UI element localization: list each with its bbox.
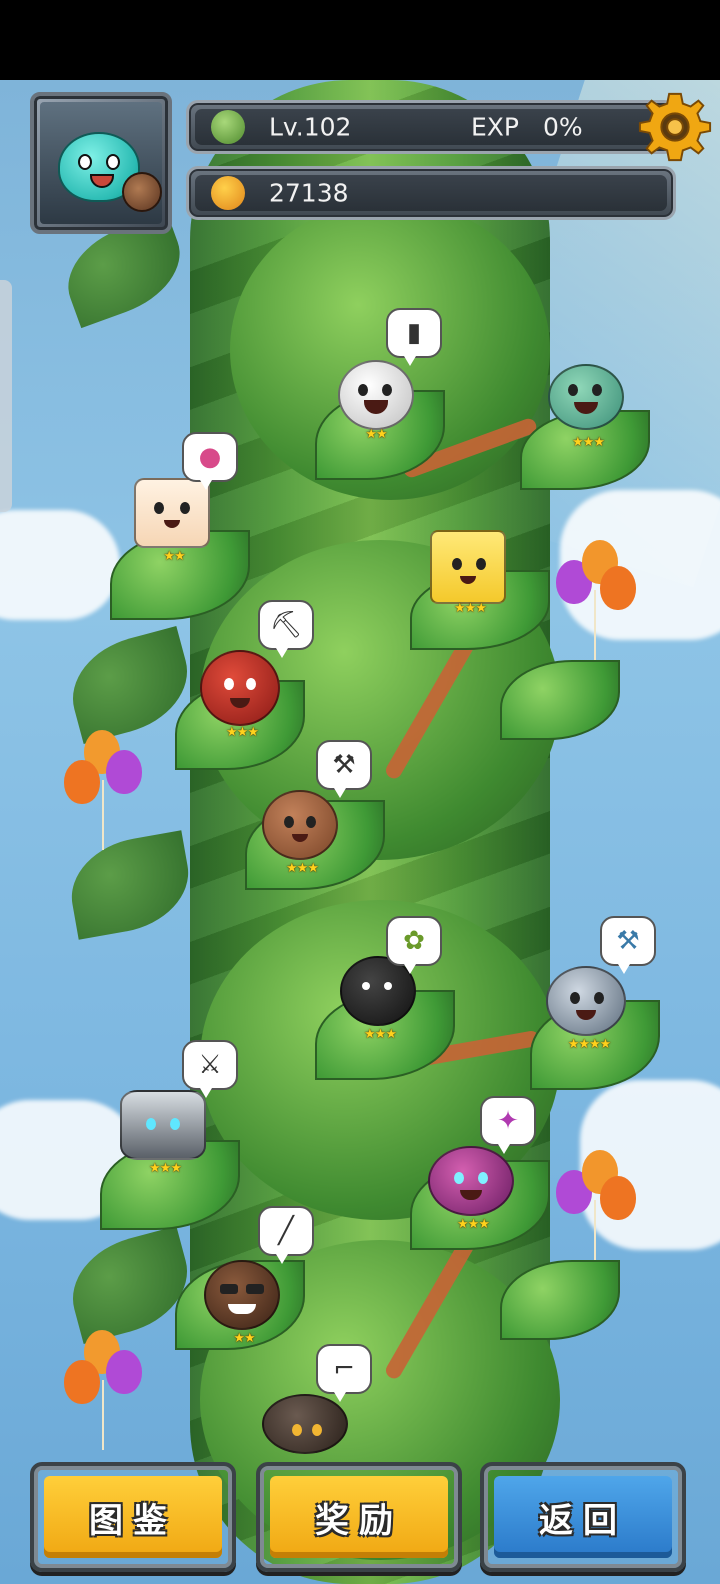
star-rating: ★★★ bbox=[572, 435, 605, 450]
star-rating: ★★ bbox=[365, 427, 387, 442]
player-avatar[interactable] bbox=[30, 92, 172, 234]
rewards-button[interactable]: 奖励 bbox=[256, 1462, 462, 1572]
exp-label: EXP bbox=[471, 112, 519, 142]
pickaxe-icon: ⛏ bbox=[269, 610, 303, 640]
star-rating: ★★★ bbox=[457, 1217, 490, 1232]
sunglasses-character[interactable]: ★★ bbox=[204, 1260, 284, 1346]
collection-button-label: 图鉴 bbox=[89, 1500, 177, 1541]
red-hood-character[interactable]: ★★★ bbox=[200, 650, 284, 740]
star-rating: ★★ bbox=[233, 1331, 255, 1346]
back-button[interactable]: 返回 bbox=[480, 1462, 686, 1572]
balloons bbox=[556, 540, 636, 670]
item-bubble[interactable]: ⚒ bbox=[316, 740, 372, 798]
dragon-character[interactable]: ★★★ bbox=[428, 1146, 518, 1232]
bottle-icon: ▮ bbox=[406, 318, 422, 348]
knife-icon: ╱ bbox=[278, 1216, 294, 1246]
fruit-currency-icon bbox=[211, 176, 245, 210]
back-button-label: 返回 bbox=[539, 1500, 627, 1541]
star-rating: ★★★ bbox=[364, 1027, 397, 1042]
level-panel: Lv.102 EXP 0% bbox=[186, 100, 676, 154]
collection-button[interactable]: 图鉴 bbox=[30, 1462, 236, 1572]
star-rating: ★★ bbox=[163, 549, 185, 564]
pink-box-character[interactable]: ★★ bbox=[134, 478, 214, 564]
balloons bbox=[64, 730, 144, 860]
item-bubble[interactable]: ⛏ bbox=[258, 600, 314, 658]
sprout-icon: ✿ bbox=[403, 926, 425, 956]
side-drawer-handle[interactable] bbox=[0, 280, 12, 512]
dango-icon: ● bbox=[198, 442, 222, 472]
cloud bbox=[0, 510, 120, 620]
item-bubble[interactable]: ▮ bbox=[386, 308, 442, 366]
pipe-icon: ⌐ bbox=[333, 1354, 355, 1384]
currency-amount: 27138 bbox=[269, 178, 349, 208]
gear-icon[interactable] bbox=[636, 88, 714, 166]
level-text: Lv.102 bbox=[269, 112, 352, 142]
item-bubble[interactable]: ⚒ bbox=[600, 916, 656, 974]
star-rating: ★★★ bbox=[454, 601, 487, 616]
item-bubble[interactable]: ✦ bbox=[480, 1096, 536, 1154]
balloons bbox=[64, 1330, 144, 1460]
tool-icon: ⚒ bbox=[332, 750, 356, 780]
shield-icon bbox=[122, 172, 162, 212]
zombie-warrior-character[interactable]: ★★★ bbox=[548, 364, 628, 450]
star-rating: ★★★★ bbox=[567, 1037, 612, 1052]
cyber-robot-character[interactable]: ★★★★ bbox=[546, 966, 632, 1052]
sword-icon: ⚔ bbox=[198, 1050, 222, 1080]
white-egg-character[interactable]: ★★ bbox=[338, 360, 414, 442]
crystal-staff-icon: ✦ bbox=[497, 1106, 519, 1136]
currency-panel: 27138 bbox=[186, 166, 676, 220]
rewards-button-label: 奖励 bbox=[315, 1500, 403, 1541]
armored-character[interactable] bbox=[262, 1394, 352, 1454]
tree-level-icon bbox=[211, 110, 245, 144]
dark-knight-character[interactable]: ★★★ bbox=[120, 1090, 210, 1176]
status-bar bbox=[0, 0, 720, 80]
item-bubble[interactable]: ✿ bbox=[386, 916, 442, 974]
item-bubble[interactable]: ⚔ bbox=[182, 1040, 238, 1098]
item-bubble[interactable]: ● bbox=[182, 432, 238, 490]
item-bubble[interactable]: ╱ bbox=[258, 1206, 314, 1264]
star-rating: ★★★ bbox=[149, 1161, 182, 1176]
brown-seed-character[interactable]: ★★★ bbox=[262, 790, 342, 876]
yellow-box-character[interactable]: ★★★ bbox=[430, 530, 510, 616]
item-bubble[interactable]: ⌐ bbox=[316, 1344, 372, 1402]
star-rating: ★★★ bbox=[226, 725, 259, 740]
star-rating: ★★★ bbox=[286, 861, 319, 876]
exp-value: 0% bbox=[543, 112, 583, 142]
hammer-icon: ⚒ bbox=[616, 926, 640, 956]
